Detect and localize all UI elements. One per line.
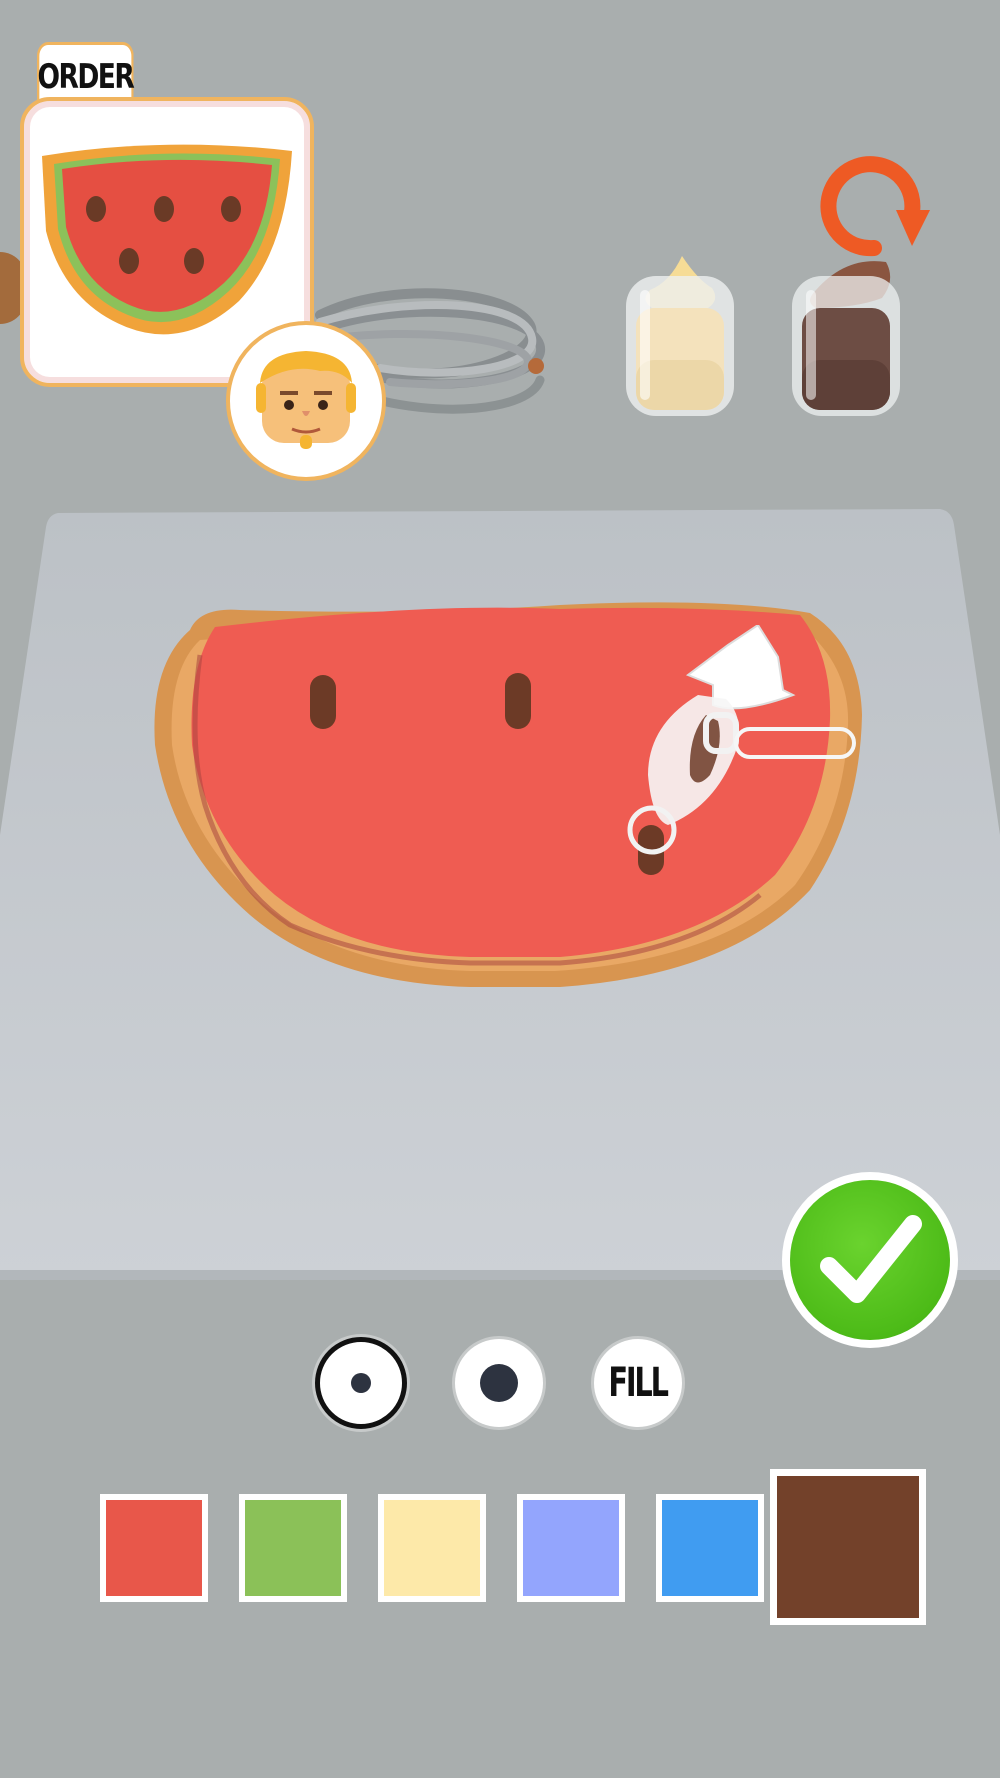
customer-avatar <box>226 321 386 481</box>
piping-bag-icon <box>627 625 856 855</box>
swatch-periwinkle[interactable] <box>517 1494 625 1602</box>
checkmark-icon <box>820 1215 922 1303</box>
confirm-button-face <box>790 1180 950 1340</box>
large-dot-icon <box>480 1364 518 1402</box>
swatch-blue[interactable] <box>656 1494 764 1602</box>
fill-button-label: FILL <box>608 1360 670 1406</box>
large-brush-button[interactable] <box>455 1339 543 1427</box>
swatch-brown[interactable] <box>770 1469 926 1625</box>
vanilla-cream-jar[interactable] <box>620 250 740 420</box>
swatch-green[interactable] <box>239 1494 347 1602</box>
chocolate-cream-jar[interactable] <box>786 250 906 420</box>
cookie-board <box>0 509 1000 1280</box>
reset-icon[interactable] <box>808 150 932 274</box>
small-brush-button[interactable] <box>315 1337 407 1429</box>
swatch-red[interactable] <box>100 1494 208 1602</box>
confirm-button[interactable] <box>782 1172 958 1348</box>
fill-button[interactable]: FILL <box>594 1339 682 1427</box>
small-dot-icon <box>351 1373 371 1393</box>
swatch-cream[interactable] <box>378 1494 486 1602</box>
